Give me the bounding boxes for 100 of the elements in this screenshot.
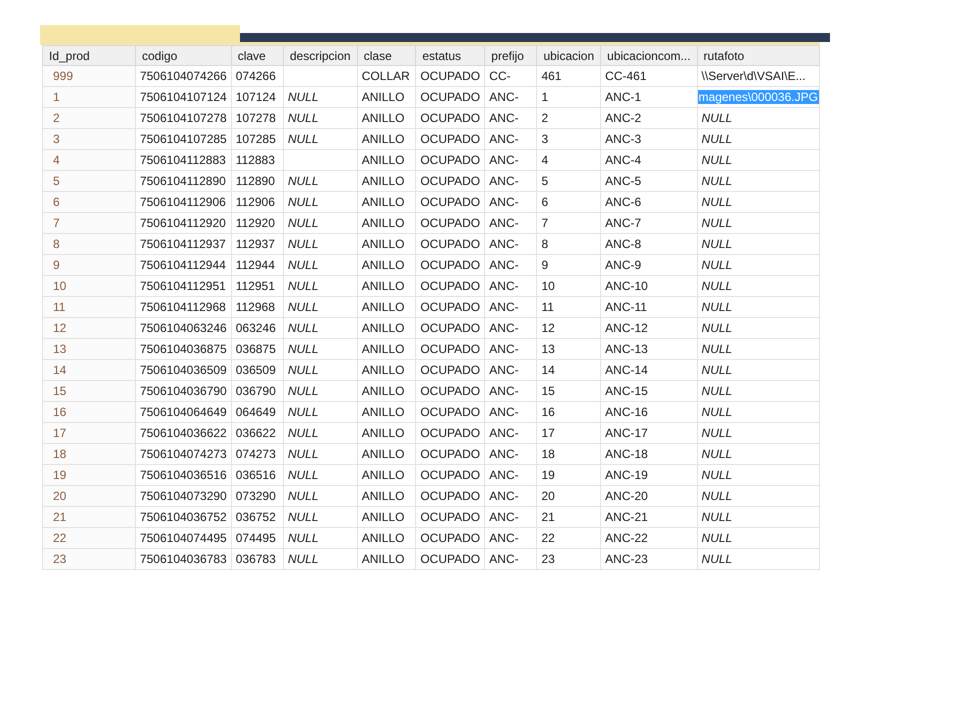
table-cell[interactable]: 112944 — [231, 254, 284, 276]
table-cell[interactable]: ANC- — [484, 506, 537, 528]
table-cell[interactable]: 107278 — [231, 108, 284, 128]
table-cell[interactable]: 22 — [42, 528, 136, 548]
table-cell[interactable]: ANC- — [484, 548, 537, 570]
column-header[interactable]: prefijo — [484, 46, 537, 66]
table-cell[interactable]: 036752 — [231, 506, 284, 528]
table-cell[interactable]: 18 — [42, 444, 136, 464]
table-cell[interactable]: ANC- — [484, 528, 537, 548]
column-header[interactable]: estatus — [416, 46, 485, 66]
table-cell[interactable]: ANILLO — [357, 212, 416, 234]
table-cell[interactable]: OCUPADO — [416, 444, 485, 464]
table-cell[interactable]: 7506104107285 — [135, 128, 232, 150]
null-cell[interactable]: NULL — [283, 296, 358, 318]
null-cell[interactable]: NULL — [283, 254, 358, 276]
table-cell[interactable]: 112920 — [231, 212, 284, 234]
column-header[interactable]: rutafoto — [697, 46, 820, 66]
table-cell[interactable]: 036622 — [231, 422, 284, 444]
table-cell[interactable]: OCUPADO — [416, 234, 485, 254]
table-cell[interactable]: 11 — [536, 296, 601, 318]
null-cell[interactable]: NULL — [697, 360, 820, 380]
table-cell[interactable]: 15 — [42, 380, 136, 402]
null-cell[interactable]: NULL — [697, 192, 820, 212]
table-cell[interactable]: ANILLO — [357, 422, 416, 444]
table-cell[interactable]: 1 — [42, 86, 136, 108]
table-cell[interactable]: ANC- — [484, 192, 537, 212]
table-cell[interactable]: ANILLO — [357, 318, 416, 338]
null-cell[interactable]: NULL — [697, 150, 820, 170]
table-cell[interactable]: ANC-8 — [600, 234, 698, 254]
null-cell[interactable]: NULL — [697, 234, 820, 254]
document-tab[interactable] — [40, 25, 240, 42]
null-cell[interactable]: NULL — [697, 486, 820, 506]
table-cell[interactable]: ANC- — [484, 128, 537, 150]
table-cell[interactable]: ANILLO — [357, 128, 416, 150]
table-cell[interactable]: OCUPADO — [416, 318, 485, 338]
table-cell[interactable]: ANC- — [484, 338, 537, 360]
null-cell[interactable]: NULL — [697, 338, 820, 360]
table-cell[interactable]: 1 — [536, 86, 601, 108]
table-cell[interactable]: ANC- — [484, 444, 537, 464]
table-cell[interactable]: ANILLO — [357, 548, 416, 570]
table-cell[interactable]: 7506104036752 — [135, 506, 232, 528]
table-cell[interactable]: ANC- — [484, 108, 537, 128]
table-cell[interactable]: 7506104112906 — [135, 192, 232, 212]
null-cell[interactable]: NULL — [697, 318, 820, 338]
table-cell[interactable]: OCUPADO — [416, 212, 485, 234]
table-cell[interactable]: 7506104107124 — [135, 86, 232, 108]
table-cell[interactable]: 7506104036783 — [135, 548, 232, 570]
table-cell[interactable]: ANILLO — [357, 486, 416, 506]
table-cell[interactable]: 23 — [42, 548, 136, 570]
table-cell[interactable]: ANC-10 — [600, 276, 698, 296]
table-cell[interactable]: ANC-20 — [600, 486, 698, 506]
column-header[interactable]: descripcion — [283, 46, 358, 66]
null-cell[interactable]: NULL — [283, 128, 358, 150]
null-cell[interactable]: NULL — [283, 444, 358, 464]
null-cell[interactable]: NULL — [697, 108, 820, 128]
table-cell[interactable]: ANC-13 — [600, 338, 698, 360]
null-cell[interactable]: NULL — [283, 464, 358, 486]
table-cell[interactable]: 107124 — [231, 86, 284, 108]
table-cell[interactable]: ANC-21 — [600, 506, 698, 528]
table-cell[interactable]: 036516 — [231, 464, 284, 486]
table-cell[interactable]: ANILLO — [357, 234, 416, 254]
table-cell[interactable]: ANC-1 — [600, 86, 698, 108]
table-cell[interactable]: 074495 — [231, 528, 284, 548]
table-cell[interactable]: OCUPADO — [416, 296, 485, 318]
null-cell[interactable]: NULL — [697, 296, 820, 318]
table-cell[interactable]: 2 — [536, 108, 601, 128]
table-cell[interactable]: ANC-14 — [600, 360, 698, 380]
table-cell[interactable]: 17 — [536, 422, 601, 444]
table-cell[interactable]: 8 — [42, 234, 136, 254]
table-cell[interactable]: ANC- — [484, 212, 537, 234]
null-cell[interactable]: NULL — [283, 528, 358, 548]
table-cell[interactable]: 7506104112951 — [135, 276, 232, 296]
table-cell[interactable]: ANC-3 — [600, 128, 698, 150]
table-cell[interactable]: 15 — [536, 380, 601, 402]
table-cell[interactable]: 21 — [536, 506, 601, 528]
table-cell[interactable]: 7506104036875 — [135, 338, 232, 360]
table-cell[interactable]: 7506104112944 — [135, 254, 232, 276]
null-cell[interactable]: NULL — [697, 276, 820, 296]
table-cell[interactable]: 7506104112937 — [135, 234, 232, 254]
table-cell[interactable]: 5 — [536, 170, 601, 192]
table-cell[interactable]: 112968 — [231, 296, 284, 318]
table-cell[interactable]: 19 — [42, 464, 136, 486]
null-cell[interactable]: NULL — [283, 318, 358, 338]
table-cell[interactable]: ANC-9 — [600, 254, 698, 276]
table-cell[interactable]: 7506104074495 — [135, 528, 232, 548]
table-cell[interactable]: 12 — [42, 318, 136, 338]
table-cell[interactable]: OCUPADO — [416, 486, 485, 506]
table-cell[interactable]: ANILLO — [357, 528, 416, 548]
table-cell[interactable]: 7506104063246 — [135, 318, 232, 338]
table-cell[interactable]: ANC-16 — [600, 402, 698, 422]
table-cell[interactable]: ANILLO — [357, 192, 416, 212]
null-cell[interactable]: NULL — [283, 192, 358, 212]
null-cell[interactable]: NULL — [283, 360, 358, 380]
table-cell[interactable]: 461 — [536, 66, 601, 86]
table-cell[interactable]: ANILLO — [357, 506, 416, 528]
table-cell[interactable]: 063246 — [231, 318, 284, 338]
table-cell[interactable]: 7506104036509 — [135, 360, 232, 380]
table-cell[interactable]: 12 — [536, 318, 601, 338]
table-cell[interactable]: ANILLO — [357, 170, 416, 192]
table-cell[interactable]: ANC- — [484, 276, 537, 296]
